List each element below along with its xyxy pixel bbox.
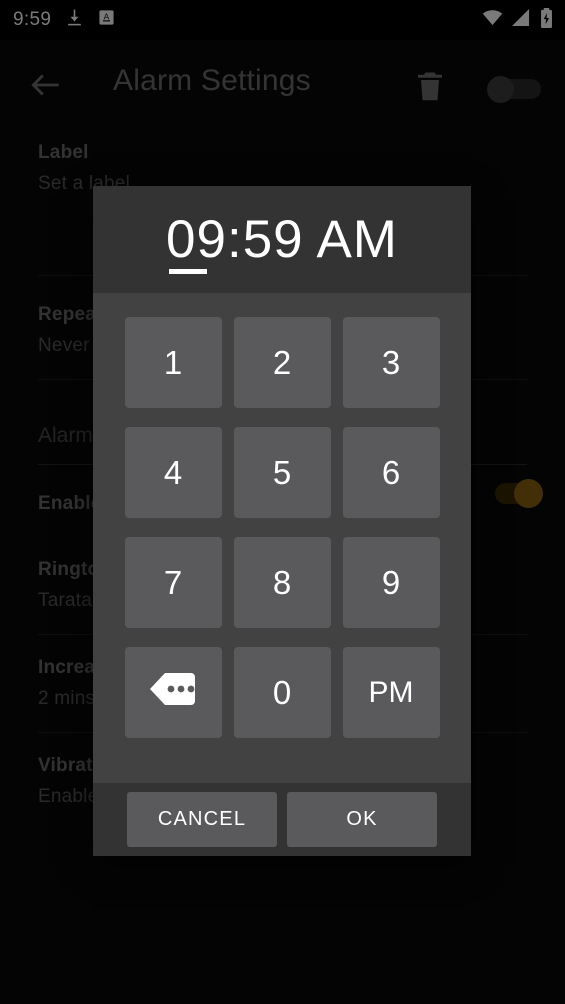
pm-key[interactable]: PM [342, 647, 440, 738]
key-2[interactable]: 2 [233, 317, 331, 408]
key-1[interactable]: 1 [124, 317, 222, 408]
cancel-button[interactable]: CANCEL [127, 792, 277, 847]
numeric-keypad: 1 2 3 4 5 6 7 8 9 0 PM [93, 293, 471, 783]
key-5[interactable]: 5 [233, 427, 331, 518]
key-7[interactable]: 7 [124, 537, 222, 628]
key-8[interactable]: 8 [233, 537, 331, 628]
key-3[interactable]: 3 [342, 317, 440, 408]
time-value-text: 09:59 AM [166, 210, 398, 269]
time-value: 09:59 AM [166, 209, 398, 274]
key-0[interactable]: 0 [233, 647, 331, 738]
time-display-header[interactable]: 09:59 AM [93, 186, 471, 293]
key-9[interactable]: 9 [342, 537, 440, 628]
dialog-action-bar: CANCEL OK [93, 783, 471, 856]
backspace-key[interactable] [124, 647, 222, 738]
key-6[interactable]: 6 [342, 427, 440, 518]
key-4[interactable]: 4 [124, 427, 222, 518]
ok-button[interactable]: OK [287, 792, 437, 847]
time-picker-dialog: 09:59 AM 1 2 3 4 5 6 7 8 9 0 PM CANCEL O… [93, 186, 471, 856]
backspace-icon [147, 671, 199, 715]
time-input-cursor [169, 269, 208, 274]
